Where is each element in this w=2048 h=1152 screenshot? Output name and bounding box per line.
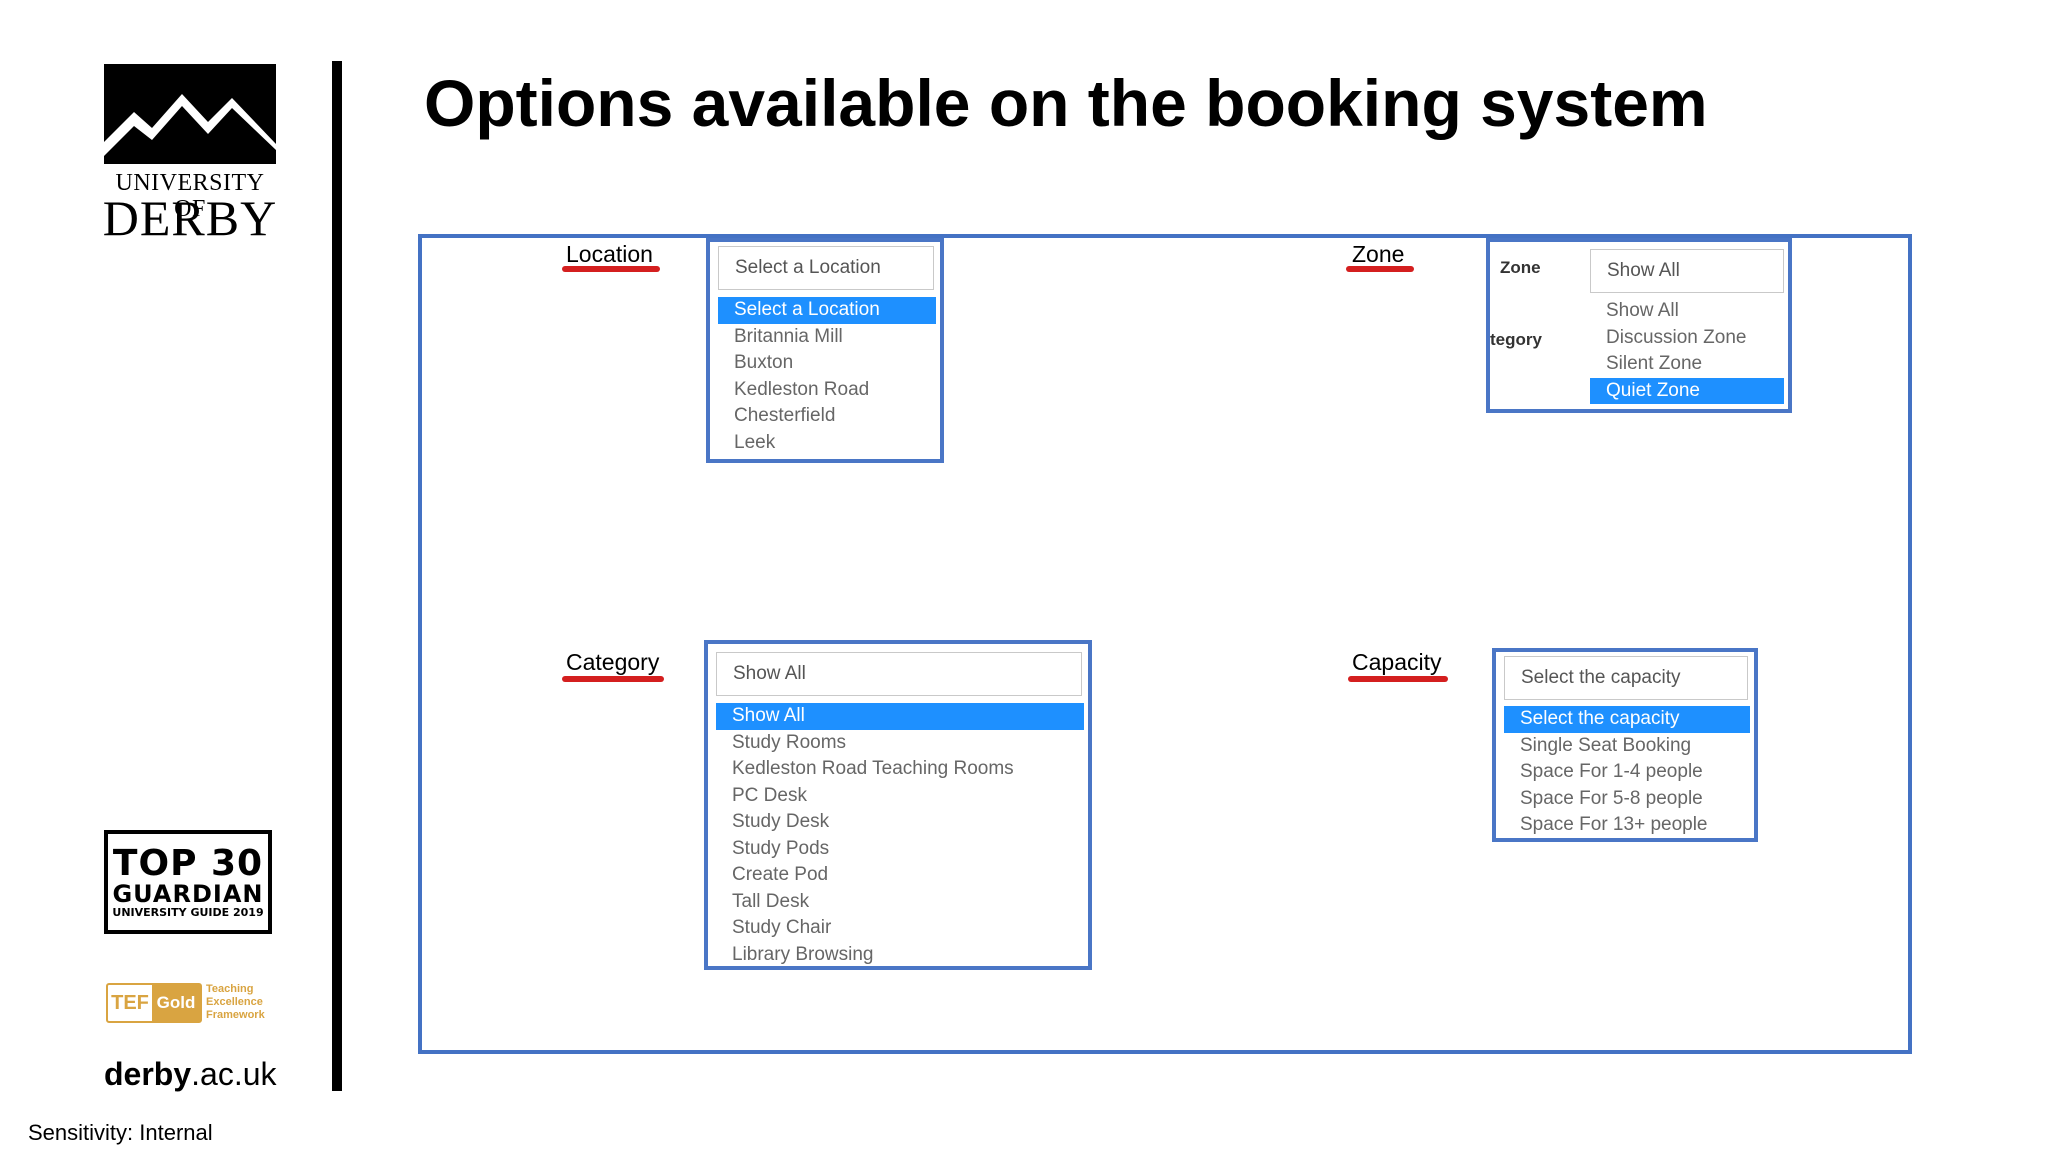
guardian-bottom-text: UNIVERSITY GUIDE 2019 [112, 906, 264, 919]
zone-option[interactable]: Show All [1590, 298, 1784, 325]
tef-label: TEF [111, 992, 149, 1014]
zone-select-value[interactable]: Show All [1590, 249, 1784, 293]
location-select-value[interactable]: Select a Location [718, 246, 934, 290]
location-option[interactable]: Select a Location [718, 297, 936, 324]
guardian-mid-text: GUARDIAN [112, 880, 264, 908]
location-option[interactable]: Buxton [718, 350, 936, 377]
zone-options-list: Show All Discussion Zone Silent Zone Qui… [1590, 298, 1784, 404]
location-option[interactable]: Kedleston Road [718, 377, 936, 404]
website-bold: derby [104, 1056, 192, 1092]
tef-text-2: Excellence [206, 996, 263, 1008]
capacity-option[interactable]: Space For 13+ people [1504, 812, 1750, 839]
tef-text-1: Teaching [206, 983, 254, 995]
category-option[interactable]: Library Browsing [716, 942, 1084, 969]
location-option[interactable]: Britannia Mill [718, 324, 936, 351]
location-underline [562, 266, 660, 272]
capacity-option[interactable]: Space For 5-8 people [1504, 786, 1750, 813]
capacity-dropdown[interactable]: Select the capacity Select the capacity … [1492, 648, 1758, 842]
sensitivity-label: Sensitivity: Internal [28, 1120, 213, 1145]
category-underline [562, 676, 664, 682]
zone-option[interactable]: Silent Zone [1590, 351, 1784, 378]
website-link[interactable]: derby.ac.uk [104, 1056, 277, 1093]
category-side-label-partial: tegory [1490, 330, 1542, 349]
category-option[interactable]: Create Pod [716, 862, 1084, 889]
capacity-options-list: Select the capacity Single Seat Booking … [1504, 706, 1750, 839]
capacity-option[interactable]: Single Seat Booking [1504, 733, 1750, 760]
capacity-underline [1348, 676, 1448, 682]
website-rest: .ac.uk [191, 1056, 277, 1092]
category-option[interactable]: PC Desk [716, 783, 1084, 810]
zone-side-label: Zone [1500, 258, 1541, 277]
capacity-select-value[interactable]: Select the capacity [1504, 656, 1748, 700]
location-dropdown[interactable]: Select a Location Select a Location Brit… [706, 238, 944, 463]
capacity-option[interactable]: Select the capacity [1504, 706, 1750, 733]
category-option[interactable]: Kedleston Road Teaching Rooms [716, 756, 1084, 783]
category-option[interactable]: Tall Desk [716, 889, 1084, 916]
capacity-label: Capacity [1352, 649, 1442, 675]
tef-box: TEF Gold [106, 983, 202, 1023]
category-dropdown[interactable]: Show All Show All Study Rooms Kedleston … [704, 640, 1092, 970]
university-logo-mountains-icon [104, 64, 276, 164]
guardian-top-text: TOP 30 [112, 843, 264, 884]
category-option[interactable]: Study Desk [716, 809, 1084, 836]
tef-gold-badge: TEF Gold Teaching Excellence Framework [106, 983, 276, 1023]
guardian-top30-badge: TOP 30 GUARDIAN UNIVERSITY GUIDE 2019 [104, 830, 272, 934]
vertical-divider [332, 61, 342, 1091]
zone-option[interactable]: Quiet Zone [1590, 377, 1784, 404]
category-option[interactable]: Study Chair [716, 915, 1084, 942]
slide-title: Options available on the booking system [424, 66, 1708, 140]
tef-level: Gold [152, 985, 200, 1021]
location-label: Location [566, 241, 653, 267]
category-select-value[interactable]: Show All [716, 652, 1082, 696]
category-option[interactable]: Show All [716, 703, 1084, 730]
location-option[interactable]: Chesterfield [718, 403, 936, 430]
university-name-line2: DERBY [102, 190, 278, 246]
tef-text-3: Framework [206, 1009, 265, 1021]
zone-label: Zone [1352, 241, 1405, 267]
category-option[interactable]: Study Rooms [716, 730, 1084, 757]
category-option[interactable]: Study Pods [716, 836, 1084, 863]
location-options-list: Select a Location Britannia Mill Buxton … [718, 297, 936, 456]
zone-underline [1346, 266, 1414, 272]
tef-description: Teaching Excellence Framework [206, 983, 286, 1022]
capacity-option[interactable]: Space For 1-4 people [1504, 759, 1750, 786]
category-options-list: Show All Study Rooms Kedleston Road Teac… [716, 703, 1084, 968]
zone-dropdown[interactable]: Zone tegory Show All Show All Discussion… [1486, 238, 1792, 413]
zone-option[interactable]: Discussion Zone [1590, 325, 1784, 352]
location-option[interactable]: Leek [718, 430, 936, 457]
category-label: Category [566, 649, 660, 675]
